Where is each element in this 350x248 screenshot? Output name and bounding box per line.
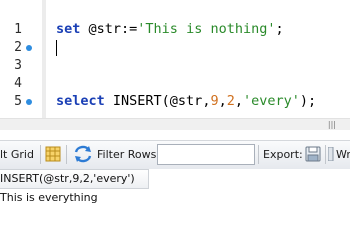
code-line-1: set @str:='This is nothing'; (56, 21, 284, 37)
number-literal: 9 (210, 93, 219, 109)
refresh-icon[interactable] (73, 145, 93, 163)
statement-end: ); (299, 93, 317, 109)
code-line-5: select INSERT(@str,9,2,'every'); (56, 93, 316, 109)
keyword-set: set (56, 21, 81, 37)
statement-marker-icon (26, 99, 32, 105)
result-toolbar: lt Grid Filter Rows: Export: Wr (0, 140, 350, 170)
number-literal: 2 (226, 93, 235, 109)
toolbar-separator (40, 145, 41, 164)
result-grid: INSERT(@str,9,2,'every') This is everyth… (0, 169, 350, 248)
line-number: 5 (14, 94, 22, 109)
line-number: 2 (14, 40, 22, 55)
comma: , (218, 93, 227, 109)
keyword-select: select (56, 93, 105, 109)
string-literal: 'every' (243, 93, 300, 109)
editor-line-5[interactable]: 5 select INSERT(@str,9,2,'every'); (0, 92, 350, 112)
function-call: INSERT(@str, (104, 93, 211, 109)
text-cursor (56, 40, 57, 56)
statement-end: ; (275, 21, 284, 37)
column-header[interactable]: INSERT(@str,9,2,'every') (0, 169, 149, 189)
statement-marker-icon (26, 45, 32, 51)
toolbar-separator (325, 145, 326, 164)
result-grid-label[interactable]: lt Grid (0, 148, 34, 161)
comma: , (234, 93, 244, 109)
variable-assign: @str:= (80, 21, 138, 37)
horizontal-scrollbar[interactable]: ||| (0, 118, 350, 130)
line-number: 4 (14, 76, 22, 91)
line-number: 1 (14, 22, 22, 37)
toolbar-separator (66, 145, 67, 164)
wrap-cell-label[interactable]: Wr (336, 148, 350, 161)
editor-line-4[interactable]: 4 (0, 74, 350, 94)
form-editor-icon[interactable] (45, 146, 61, 162)
scroll-grip-icon[interactable]: ||| (328, 120, 336, 129)
export-label: Export: (263, 148, 303, 161)
filter-rows-label: Filter Rows: (97, 148, 161, 161)
toolbar-separator (258, 145, 259, 164)
result-cell[interactable]: This is everything (0, 191, 98, 204)
sql-editor[interactable]: 1 set @str:='This is nothing'; 2 3 4 5 s… (0, 0, 350, 118)
wrap-cell-icon[interactable] (328, 147, 334, 161)
column-header-label: INSERT(@str,9,2,'every') (0, 172, 135, 185)
editor-line-3[interactable]: 3 (0, 56, 350, 76)
filter-rows-input[interactable] (157, 144, 255, 165)
editor-line-1[interactable]: 1 set @str:='This is nothing'; (0, 20, 350, 40)
string-literal: 'This is nothing' (137, 21, 276, 37)
editor-line-2[interactable]: 2 (0, 38, 350, 58)
line-number: 3 (14, 58, 22, 73)
export-save-icon[interactable] (305, 146, 321, 162)
